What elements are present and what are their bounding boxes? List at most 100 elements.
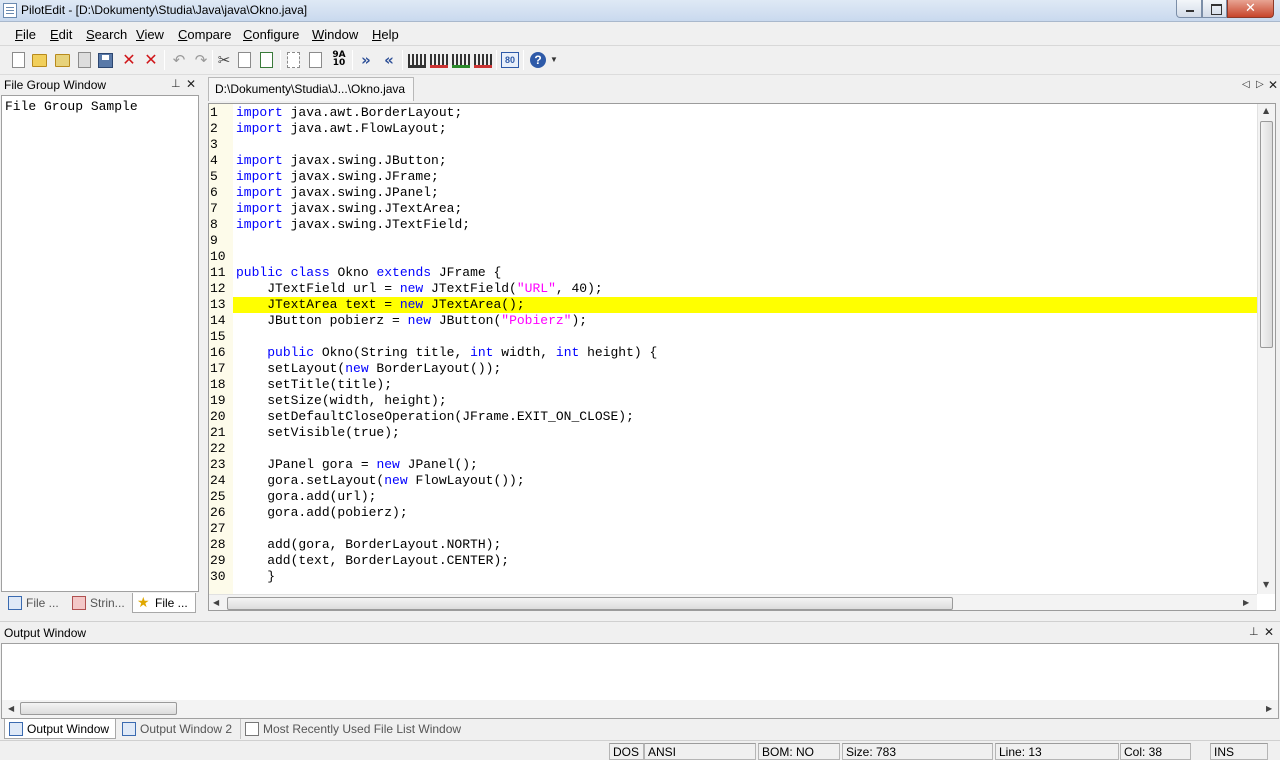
code-line[interactable]: 29 add(text, BorderLayout.CENTER); [209, 553, 1257, 569]
find-in-files-icon[interactable] [309, 52, 322, 68]
code-line[interactable]: 26 gora.add(pobierz); [209, 505, 1257, 521]
menu-compare[interactable]: Compare [178, 27, 231, 42]
scroll-tabs-left-icon[interactable]: ◁ [1242, 79, 1250, 90]
play-macro-icon[interactable] [452, 54, 470, 68]
save-icon[interactable] [78, 52, 91, 68]
code-line[interactable]: 21 setVisible(true); [209, 425, 1257, 441]
code-line[interactable]: 16 public Okno(String title, int width, … [209, 345, 1257, 361]
find-icon[interactable] [287, 52, 300, 68]
tab-file-tree[interactable]: File ... [4, 593, 66, 613]
horizontal-scrollbar[interactable]: ◀ ▶ [209, 594, 1257, 610]
menu-window[interactable]: Window [312, 27, 358, 42]
maximize-button[interactable] [1202, 0, 1227, 18]
prev-tab-icon[interactable]: « [380, 51, 398, 69]
open-file-icon[interactable] [32, 54, 47, 67]
record-macro-icon[interactable] [430, 54, 448, 68]
next-tab-icon[interactable]: » [357, 51, 375, 69]
menu-configure[interactable]: Configure [243, 27, 299, 42]
code-line[interactable]: 13 JTextArea text = new JTextArea(); [209, 297, 1257, 313]
close-icon[interactable]: ✕ [1264, 625, 1274, 639]
code-line[interactable]: 24 gora.setLayout(new FlowLayout()); [209, 473, 1257, 489]
code-line[interactable]: 23 JPanel gora = new JPanel(); [209, 457, 1257, 473]
code-line[interactable]: 1 import java.awt.BorderLayout; [209, 105, 1257, 121]
code-line[interactable]: 28 add(gora, BorderLayout.NORTH); [209, 537, 1257, 553]
code-line[interactable]: 15 [209, 329, 1257, 345]
pin-icon[interactable]: ⊥ [1249, 625, 1259, 638]
status-encoding[interactable]: ANSI [644, 743, 756, 760]
open-folder-icon[interactable] [55, 54, 70, 67]
paste-icon[interactable] [260, 52, 273, 68]
scroll-right-icon[interactable]: ▶ [1243, 598, 1249, 607]
scroll-tabs-right-icon[interactable]: ▷ [1256, 79, 1264, 90]
code-line[interactable]: 14 JButton pobierz = new JButton("Pobier… [209, 313, 1257, 329]
code-line[interactable]: 27 [209, 521, 1257, 537]
code-editor[interactable]: 1 import java.awt.BorderLayout; 2 import ja… [208, 103, 1276, 611]
code-line[interactable]: 30 } [209, 569, 1257, 585]
scroll-right-icon[interactable]: ▶ [1266, 704, 1272, 713]
tab-output-window[interactable]: Output Window [4, 719, 116, 739]
close-file-icon[interactable]: ✕ [120, 51, 138, 69]
line-number: 10 [210, 249, 226, 264]
code-line[interactable]: 12 JTextField url = new JTextField("URL"… [209, 281, 1257, 297]
code-line[interactable]: 4 import javax.swing.JButton; [209, 153, 1257, 169]
scroll-thumb[interactable] [20, 702, 177, 715]
code-line[interactable]: 25 gora.add(url); [209, 489, 1257, 505]
code-text: import javax.swing.JButton; [236, 153, 447, 168]
pin-icon[interactable]: ⊥ [171, 77, 181, 90]
line-number: 29 [210, 553, 226, 568]
code-line[interactable]: 20 setDefaultCloseOperation(JFrame.EXIT_… [209, 409, 1257, 425]
copy-icon[interactable] [238, 52, 251, 68]
output-content[interactable]: ◀ ▶ [1, 643, 1279, 719]
close-all-icon[interactable]: ✕ [142, 51, 160, 69]
file-group-item[interactable]: File Group Sample [5, 99, 138, 114]
code-line[interactable]: 5 import javax.swing.JFrame; [209, 169, 1257, 185]
menu-edit[interactable]: Edit [50, 27, 72, 42]
tab-mru-files[interactable]: Most Recently Used File List Window [240, 719, 462, 739]
stop-macro-icon[interactable] [474, 54, 492, 68]
code-line[interactable]: 6 import javax.swing.JPanel; [209, 185, 1257, 201]
vertical-scrollbar[interactable]: ▲ ▼ [1257, 104, 1275, 594]
hex-icon[interactable]: 80 [501, 52, 519, 68]
code-line[interactable]: 3 [209, 137, 1257, 153]
new-file-icon[interactable] [12, 52, 25, 68]
save-all-icon[interactable] [98, 53, 113, 68]
code-line[interactable]: 7 import javax.swing.JTextArea; [209, 201, 1257, 217]
scroll-thumb[interactable] [1260, 121, 1273, 348]
status-mode[interactable]: INS [1210, 743, 1268, 760]
code-line[interactable]: 9 [209, 233, 1257, 249]
scroll-up-icon[interactable]: ▲ [1263, 106, 1269, 115]
code-line[interactable]: 8 import javax.swing.JTextField; [209, 217, 1257, 233]
tab-strings[interactable]: Strin... [68, 593, 130, 613]
undo-icon[interactable]: ↶ [170, 51, 188, 69]
tab-file-group[interactable]: ★ File ... [132, 593, 196, 613]
code-line[interactable]: 22 [209, 441, 1257, 457]
cut-icon[interactable]: ✂ [215, 51, 233, 69]
code-line[interactable]: 19 setSize(width, height); [209, 393, 1257, 409]
scroll-left-icon[interactable]: ◀ [213, 598, 219, 607]
editor-tab[interactable]: D:\Dokumenty\Studia\J...\Okno.java [208, 77, 415, 101]
close-tab-icon[interactable]: ✕ [1268, 78, 1278, 92]
column-mode-icon[interactable] [408, 54, 426, 68]
code-line[interactable]: 2 import java.awt.FlowLayout; [209, 121, 1257, 137]
code-line[interactable]: 17 setLayout(new BorderLayout()); [209, 361, 1257, 377]
code-line[interactable]: 18 setTitle(title); [209, 377, 1257, 393]
close-window-button[interactable] [1227, 0, 1274, 18]
minimize-button[interactable] [1176, 0, 1202, 18]
close-icon[interactable]: ✕ [186, 77, 196, 91]
menu-file[interactable]: File [15, 27, 36, 42]
code-line[interactable]: 10 [209, 249, 1257, 265]
redo-icon[interactable]: ↷ [192, 51, 210, 69]
tab-output-window-2[interactable]: Output Window 2 [118, 719, 238, 739]
status-line-ending[interactable]: DOS [609, 743, 644, 760]
menu-help[interactable]: Help [372, 27, 399, 42]
horizontal-scrollbar[interactable]: ◀ ▶ [2, 700, 1278, 718]
scroll-down-icon[interactable]: ▼ [1263, 580, 1269, 589]
scroll-left-icon[interactable]: ◀ [8, 704, 14, 713]
code-line[interactable]: 11 public class Okno extends JFrame { [209, 265, 1257, 281]
menu-search[interactable]: Search [86, 27, 127, 42]
menu-view[interactable]: View [136, 27, 164, 42]
sort-icon[interactable]: 9A 10 [330, 51, 348, 69]
help-dropdown-icon[interactable]: ▼ [550, 55, 568, 73]
scroll-thumb[interactable] [227, 597, 953, 610]
help-icon[interactable]: ? [530, 52, 546, 68]
